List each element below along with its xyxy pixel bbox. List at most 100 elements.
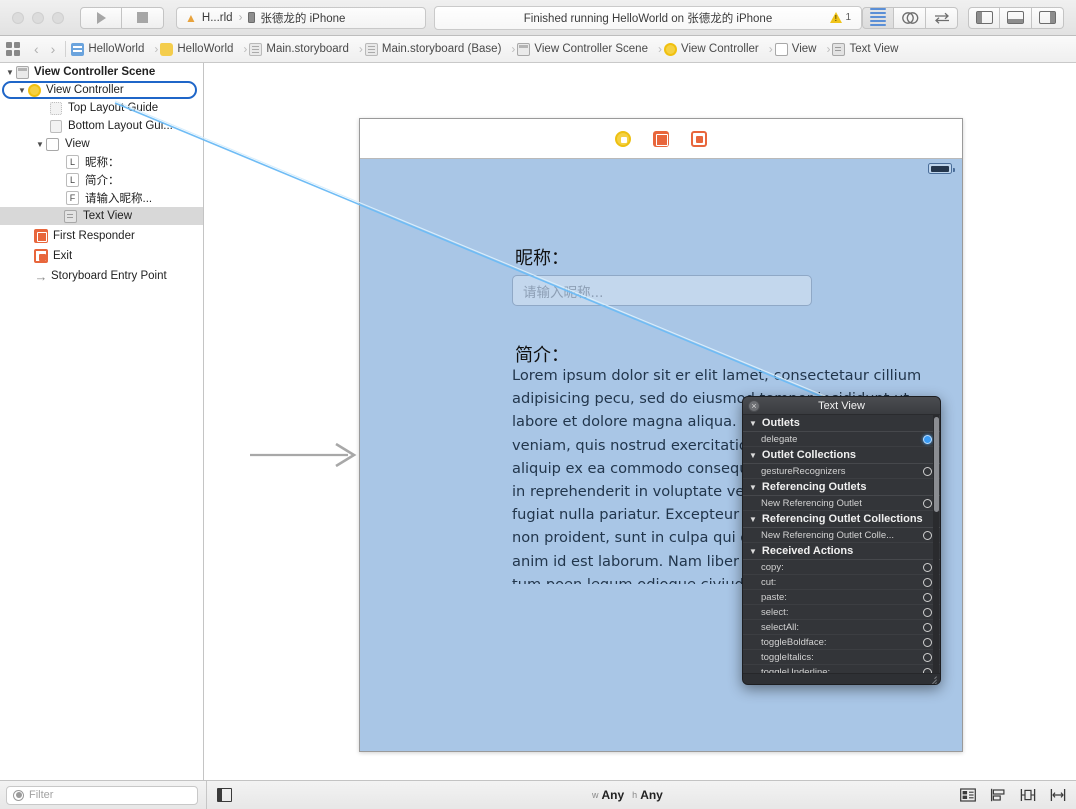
connections-popover[interactable]: × Text View ▼ Outlets delegate ▼ Outlet … [742,396,941,685]
popover-body[interactable]: ▼ Outlets delegate ▼ Outlet Collections … [743,415,940,673]
disclosure-triangle-icon[interactable]: ▼ [749,547,757,556]
popover-connection-row[interactable]: selectAll: [743,620,940,635]
connection-socket[interactable] [923,607,932,617]
align-icon[interactable] [990,788,1006,802]
file-icon [249,42,263,56]
warning-indicator[interactable]: 1 [830,12,851,23]
popover-connection-row[interactable]: New Referencing Outlet Colle... [743,528,940,543]
outline-row-text-view[interactable]: Text View [0,207,203,225]
storyboard-canvas[interactable]: 昵称： 请输入昵称... 简介： Lorem ipsum dolor sit e… [205,63,1076,780]
popover-connection-row[interactable]: toggleUnderline: [743,665,940,673]
back-button[interactable]: ‹ [34,41,39,57]
outline-row-entry-point[interactable]: → Storyboard Entry Point [0,267,203,285]
document-outline[interactable]: ▼ View Controller Scene ▼ View Controlle… [0,63,204,780]
popover-section-outlets[interactable]: ▼ Outlets [743,415,940,432]
outline-row-text-field[interactable]: F 请输入昵称... [0,189,203,207]
first-responder-icon[interactable] [653,130,669,147]
exit-icon[interactable] [691,130,707,147]
outline-row-intro-label[interactable]: L 简介： [0,171,203,189]
nested-views-icon[interactable] [960,788,976,802]
forward-button[interactable]: › [51,41,56,57]
outline-row-scene[interactable]: ▼ View Controller Scene [0,63,203,81]
assistant-editor-button[interactable] [894,6,926,29]
document-outline-toggle[interactable] [217,788,232,802]
zoom-window-button[interactable] [52,11,64,24]
outline-row-first-responder[interactable]: First Responder [0,227,203,245]
connection-socket[interactable] [923,498,932,508]
breadcrumb-label: View Controller Scene [534,43,648,55]
connection-socket[interactable] [923,652,932,662]
breadcrumb-text-view[interactable]: Text View [832,42,898,56]
close-window-button[interactable] [12,11,24,24]
connection-socket[interactable] [923,577,932,587]
toggle-utilities-button[interactable] [1032,6,1064,29]
stop-button[interactable] [122,6,164,29]
disclosure-triangle-icon[interactable]: ▼ [4,68,16,77]
connection-socket[interactable] [923,530,932,540]
disclosure-triangle-icon[interactable]: ▼ [749,515,757,524]
breadcrumb-project[interactable]: HelloWorld › [71,42,158,56]
disclosure-triangle-icon[interactable]: ▼ [16,86,28,95]
breadcrumb-folder[interactable]: HelloWorld › [160,42,247,56]
popover-connection-row[interactable]: paste: [743,590,940,605]
popover-connection-row[interactable]: New Referencing Outlet [743,496,940,511]
size-class-control[interactable]: w Any h Any [592,788,663,802]
breadcrumb-storyboard-base[interactable]: Main.storyboard (Base) › [364,42,515,56]
toggle-debug-area-button[interactable] [1000,6,1032,29]
minimize-window-button[interactable] [32,11,44,24]
connection-socket[interactable] [923,637,932,647]
popover-section-referencing-outlet-collections[interactable]: ▼ Referencing Outlet Collections [743,511,940,528]
popover-section-referencing-outlets[interactable]: ▼ Referencing Outlets [743,479,940,496]
resize-grip-icon[interactable] [927,674,937,684]
breadcrumb-scene[interactable]: View Controller Scene › [517,42,662,56]
outline-row-label: View Controller Scene [34,66,156,78]
scene-dock[interactable] [360,119,962,159]
disclosure-triangle-icon[interactable]: ▼ [749,451,757,460]
popover-connection-row[interactable]: toggleItalics: [743,650,940,665]
window-controls[interactable] [12,11,64,24]
breadcrumb-storyboard[interactable]: Main.storyboard › [249,42,363,56]
popover-connection-row[interactable]: gestureRecognizers [743,464,940,479]
connection-socket[interactable] [923,592,932,602]
popover-connection-row[interactable]: select: [743,605,940,620]
pin-icon[interactable] [1020,788,1036,802]
outline-row-bottom-layout-guide[interactable]: Bottom Layout Gui... [0,117,203,135]
nickname-label[interactable]: 昵称： [515,244,569,270]
related-items-icon[interactable] [6,42,20,56]
connection-socket[interactable] [923,466,932,476]
popover-section-received-actions[interactable]: ▼ Received Actions [743,543,940,560]
breadcrumb-view[interactable]: View › [774,42,830,56]
popover-connection-row[interactable]: copy: [743,560,940,575]
popover-scrollbar[interactable] [933,415,939,673]
toggle-navigator-button[interactable] [968,6,1000,29]
connection-socket[interactable] [923,434,932,444]
connection-socket[interactable] [923,622,932,632]
stop-icon [137,12,148,23]
close-icon[interactable]: × [748,400,760,412]
filter-input[interactable]: Filter [6,785,198,805]
run-button[interactable] [80,6,122,29]
outline-row-exit[interactable]: Exit [0,247,203,265]
resolve-issues-icon[interactable] [1050,788,1066,802]
outline-row-label: View [65,138,90,150]
outline-row-nickname-label[interactable]: L 昵称： [0,153,203,171]
scheme-selector[interactable]: ▲ H...rld › 张德龙的 iPhone [176,6,426,29]
popover-connection-row[interactable]: toggleBoldface: [743,635,940,650]
outline-row-top-layout-guide[interactable]: Top Layout Guide [0,99,203,117]
popover-connection-row[interactable]: delegate [743,432,940,447]
outline-row-view-controller[interactable]: ▼ View Controller [0,81,203,99]
version-editor-button[interactable] [926,6,958,29]
disclosure-triangle-icon[interactable]: ▼ [34,140,46,149]
standard-editor-icon [870,7,886,28]
popover-section-outlet-collections[interactable]: ▼ Outlet Collections [743,447,940,464]
outline-row-view[interactable]: ▼ View [0,135,203,153]
nickname-text-field[interactable]: 请输入昵称... [512,275,812,306]
disclosure-triangle-icon[interactable]: ▼ [749,483,757,492]
breadcrumb-view-controller[interactable]: View Controller › [663,42,773,56]
editor-mode-segmented-control [862,6,958,29]
popover-connection-row[interactable]: cut: [743,575,940,590]
view-controller-icon[interactable] [615,130,631,147]
connection-socket[interactable] [923,562,932,572]
standard-editor-button[interactable] [862,6,894,29]
disclosure-triangle-icon[interactable]: ▼ [749,419,757,428]
